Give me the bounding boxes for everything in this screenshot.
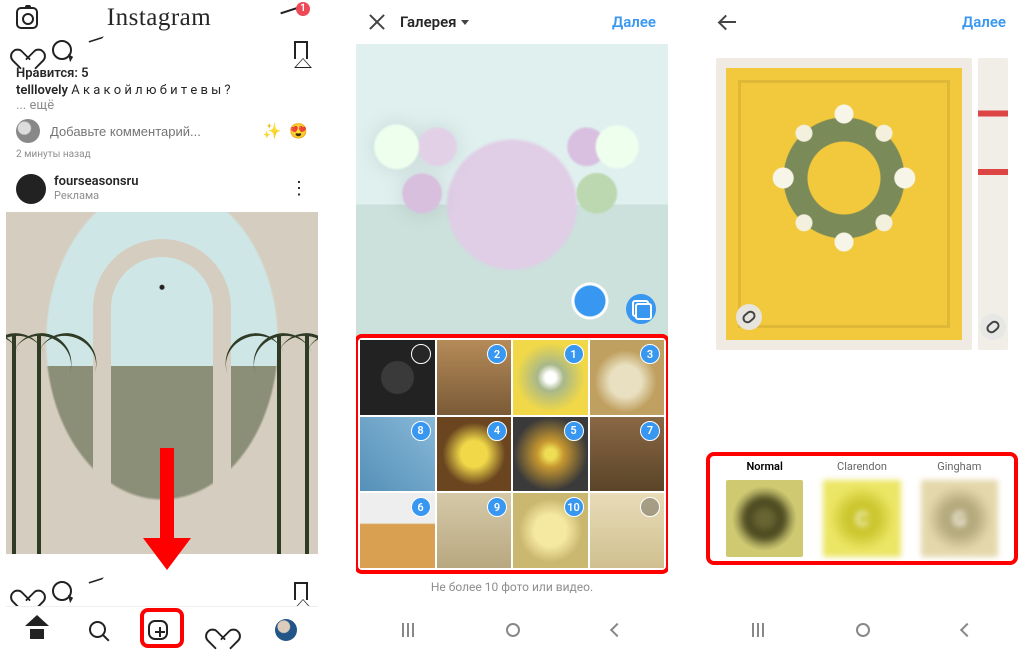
- filter-option-clarendon[interactable]: Clarendon C: [823, 460, 900, 557]
- poster-username[interactable]: fourseasonsru: [54, 175, 139, 189]
- gallery-thumb[interactable]: 8: [360, 417, 435, 492]
- nav-home-icon[interactable]: [506, 623, 520, 637]
- comment-icon[interactable]: [52, 40, 72, 60]
- system-navbar: [706, 608, 1018, 652]
- preview-main: [716, 58, 972, 350]
- emoji-face-icon[interactable]: 😍: [289, 122, 308, 140]
- selection-hint: Не более 10 фото или видео.: [356, 572, 668, 594]
- multiselect-toggle-icon[interactable]: [626, 294, 656, 324]
- selection-badge: 3: [640, 344, 660, 364]
- poster-avatar[interactable]: [16, 174, 46, 204]
- nav-recent-icon[interactable]: [752, 623, 764, 637]
- like-icon[interactable]: [16, 581, 38, 601]
- filter-option-normal[interactable]: Normal: [726, 460, 803, 557]
- comment-input[interactable]: [48, 123, 255, 140]
- filter-option-gingham[interactable]: Gingham G: [921, 460, 998, 557]
- post-actions-row-2: [6, 576, 318, 606]
- gallery-thumb[interactable]: 10: [513, 493, 588, 568]
- gallery-thumb[interactable]: 6: [360, 493, 435, 568]
- filter-header: Далее: [706, 0, 1018, 44]
- selection-badge: 7: [640, 421, 660, 441]
- selection-badge: 9: [487, 497, 507, 517]
- filter-strip: Normal Clarendon C Gingham G: [710, 446, 1014, 577]
- dm-badge: 1: [296, 2, 310, 16]
- emoji-sparkle-icon[interactable]: ✨: [263, 122, 282, 140]
- post-menu-icon[interactable]: ⋮: [290, 186, 308, 192]
- selected-preview[interactable]: [356, 44, 668, 336]
- caption-more[interactable]: ... ещё: [6, 98, 318, 113]
- likes-count[interactable]: Нравится: 5: [6, 64, 318, 83]
- bookmark-icon[interactable]: [294, 582, 308, 600]
- filter-label: Clarendon: [823, 460, 900, 480]
- nav-back-icon[interactable]: [960, 623, 974, 637]
- gallery-thumb[interactable]: 4: [437, 417, 512, 492]
- share-icon[interactable]: [89, 36, 108, 52]
- gallery-thumb[interactable]: 5: [513, 417, 588, 492]
- chevron-down-icon: [461, 20, 469, 25]
- gallery-thumb[interactable]: 1: [513, 340, 588, 415]
- tab-search-icon[interactable]: [89, 621, 106, 638]
- filter-label: Gingham: [921, 460, 998, 480]
- gallery-thumb[interactable]: 3: [590, 340, 665, 415]
- direct-messages-button[interactable]: 1: [280, 4, 308, 32]
- like-icon[interactable]: [16, 40, 38, 60]
- tab-profile-avatar[interactable]: [275, 619, 297, 641]
- nav-recent-icon[interactable]: [402, 623, 414, 637]
- back-icon[interactable]: [718, 13, 738, 31]
- screen-filters: Далее Normal Clarendon C Gingham G: [706, 0, 1018, 652]
- comment-icon[interactable]: [52, 581, 72, 601]
- gallery-thumb[interactable]: [360, 340, 435, 415]
- post-header: fourseasonsru Реклама ⋮: [6, 166, 318, 212]
- tag-link-icon[interactable]: [736, 304, 762, 330]
- nav-home-icon[interactable]: [856, 623, 870, 637]
- tutorial-arrow-icon: [152, 448, 182, 570]
- post-actions-row: [6, 36, 318, 64]
- source-label: Галерея: [400, 13, 457, 31]
- next-button[interactable]: Далее: [612, 13, 656, 31]
- gallery-header: Галерея Далее: [356, 0, 668, 44]
- next-button[interactable]: Далее: [962, 13, 1006, 31]
- selection-badge: 4: [487, 421, 507, 441]
- selection-badge: 2: [487, 344, 507, 364]
- selection-badge: 5: [564, 421, 584, 441]
- close-icon[interactable]: [368, 13, 386, 31]
- tab-home-icon[interactable]: [27, 621, 47, 639]
- bookmark-icon[interactable]: [294, 41, 308, 59]
- bottom-tabbar: [6, 606, 318, 652]
- sponsored-label: Реклама: [54, 189, 139, 203]
- nav-back-icon[interactable]: [610, 623, 624, 637]
- post-timestamp: 2 минуты назад: [6, 149, 318, 166]
- tab-activity-icon[interactable]: [211, 620, 233, 640]
- wreath-graphic: [769, 103, 919, 253]
- source-dropdown[interactable]: Галерея: [400, 13, 469, 31]
- self-avatar[interactable]: [16, 119, 40, 143]
- system-navbar: [356, 608, 668, 652]
- screen-feed: Instagram 1 Нравится: 5 telllovely А к а…: [6, 0, 318, 652]
- preview-next[interactable]: [978, 58, 1008, 350]
- share-icon[interactable]: [89, 577, 108, 593]
- selection-badge: 1: [564, 344, 584, 364]
- selection-badge: 10: [564, 497, 584, 517]
- post-caption: telllovely А к а к о й л ю б и т е в ы ?: [6, 83, 318, 98]
- selection-badge: [640, 497, 660, 517]
- selection-badge: 8: [411, 421, 431, 441]
- gallery-thumb[interactable]: 2: [437, 340, 512, 415]
- screen-gallery: Галерея Далее 2 1 3 8 4 5 7 6 9 10 Не бо…: [356, 0, 668, 652]
- gallery-grid: 2 1 3 8 4 5 7 6 9 10: [360, 340, 664, 568]
- caption-username[interactable]: telllovely: [16, 83, 68, 98]
- tab-create-icon[interactable]: [148, 620, 168, 640]
- camera-icon[interactable]: [16, 7, 38, 29]
- filter-preview[interactable]: [716, 58, 1008, 350]
- selection-badge: 6: [411, 497, 431, 517]
- top-bar: Instagram 1: [6, 0, 318, 36]
- selection-badge: [411, 344, 431, 364]
- add-comment-row: ✨ 😍: [6, 113, 318, 149]
- filter-label: Normal: [726, 460, 803, 480]
- gallery-thumb[interactable]: 9: [437, 493, 512, 568]
- caption-text: А к а к о й л ю б и т е в ы ?: [71, 83, 230, 98]
- gallery-thumb[interactable]: [590, 493, 665, 568]
- tag-link-icon[interactable]: [980, 314, 1006, 340]
- brand-logo: Instagram: [107, 4, 211, 32]
- gallery-thumb[interactable]: 7: [590, 417, 665, 492]
